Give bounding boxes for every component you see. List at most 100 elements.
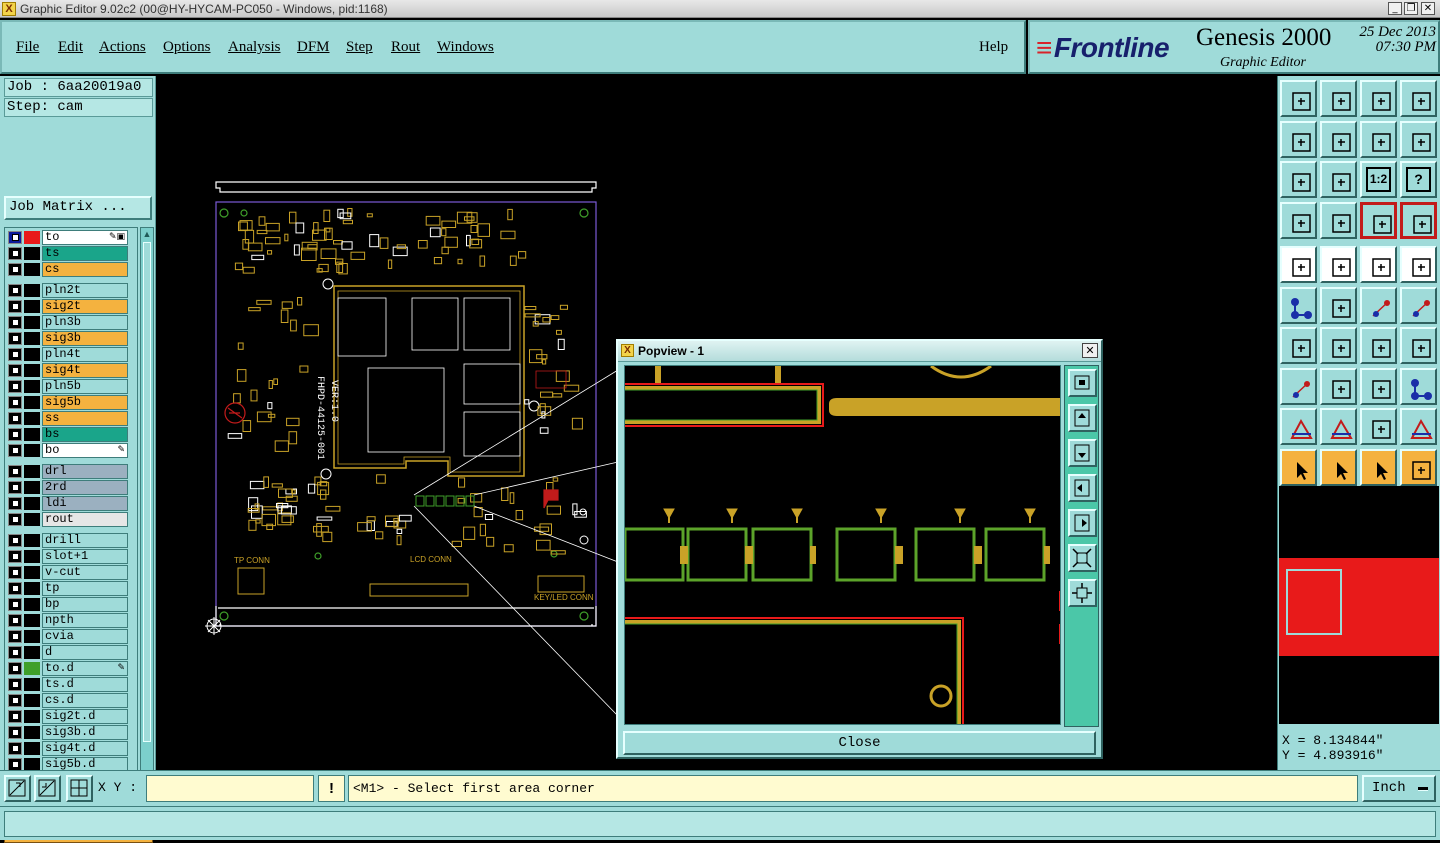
layer-row[interactable]: 2rd: [6, 480, 128, 495]
popview-canvas[interactable]: [624, 365, 1061, 725]
popview-pan-left-button[interactable]: [1068, 474, 1097, 502]
layer-row[interactable]: to ✎▣: [6, 230, 128, 245]
layer-row[interactable]: pln3b: [6, 315, 128, 330]
move-point-tool-button[interactable]: [1360, 286, 1397, 324]
layer-affected-swatch[interactable]: [24, 380, 40, 393]
layer-row[interactable]: drill: [6, 533, 128, 548]
layer-checkbox[interactable]: [8, 630, 22, 643]
line-tool-button[interactable]: [1320, 327, 1357, 364]
layer-row[interactable]: sig5b: [6, 395, 128, 410]
layer-row[interactable]: cs: [6, 262, 128, 277]
layer-checkbox[interactable]: [8, 598, 22, 611]
layer-row[interactable]: sig3b: [6, 331, 128, 346]
layer-checkbox[interactable]: [8, 231, 22, 244]
layer-checkbox[interactable]: [8, 678, 22, 691]
layer-affected-swatch[interactable]: [24, 396, 40, 409]
layer-affected-swatch[interactable]: [24, 513, 40, 526]
layer-name[interactable]: cs.d: [42, 693, 128, 708]
layer-checkbox[interactable]: [8, 662, 22, 675]
layer-name[interactable]: sig3b: [42, 331, 128, 346]
layer-checkbox[interactable]: [8, 332, 22, 345]
popview-pan-down-button[interactable]: [1068, 439, 1097, 467]
layer-row[interactable]: ldi: [6, 496, 128, 511]
layer-checkbox[interactable]: [8, 726, 22, 739]
layer-stack-tool-button[interactable]: [1360, 201, 1397, 239]
layer-checkbox[interactable]: [8, 513, 22, 526]
layer-row[interactable]: tp: [6, 581, 128, 596]
layer-row[interactable]: drl: [6, 464, 128, 479]
dash-tool-button[interactable]: [1320, 367, 1357, 405]
popview-zoom-in-button[interactable]: [1068, 544, 1097, 572]
menu-step[interactable]: Step: [346, 39, 373, 56]
move-point-alt-tool-button[interactable]: [1400, 286, 1437, 324]
route-tool-button[interactable]: [1400, 448, 1437, 486]
layer-row[interactable]: npth: [6, 613, 128, 628]
layer-affected-swatch[interactable]: [24, 678, 40, 691]
layer-checkbox[interactable]: [8, 380, 22, 393]
circles-tool-button[interactable]: [1400, 367, 1437, 405]
layer-checkbox[interactable]: [8, 646, 22, 659]
angle-tool-button[interactable]: [1280, 327, 1317, 364]
layer-name[interactable]: drill: [42, 533, 128, 548]
layer-affected-swatch[interactable]: [24, 614, 40, 627]
layer-name[interactable]: npth: [42, 613, 128, 628]
measure-button[interactable]: [34, 775, 61, 802]
maximize-button[interactable]: ❐: [1404, 2, 1418, 15]
dimension-tool-button[interactable]: [1360, 367, 1397, 405]
layer-row[interactable]: sig2t: [6, 299, 128, 314]
menu-options[interactable]: Options: [163, 39, 211, 56]
layer-row[interactable]: sig3b.d: [6, 725, 128, 740]
layer-name[interactable]: drl: [42, 464, 128, 479]
layer-checkbox[interactable]: [8, 465, 22, 478]
layer-affected-swatch[interactable]: [24, 300, 40, 313]
layer-checkbox[interactable]: [8, 710, 22, 723]
layer-checkbox[interactable]: [8, 444, 22, 457]
layer-affected-swatch[interactable]: [24, 263, 40, 276]
pointer-tool-button[interactable]: [1280, 448, 1317, 486]
layer-checkbox[interactable]: [8, 412, 22, 425]
popview-pan-right-button[interactable]: [1068, 509, 1097, 537]
layer-checkbox[interactable]: [8, 550, 22, 563]
close-window-button[interactable]: ✕: [1421, 2, 1435, 15]
layer-affected-swatch[interactable]: [24, 247, 40, 260]
pointer-box-tool-button[interactable]: [1320, 448, 1357, 486]
layer-checkbox[interactable]: [8, 534, 22, 547]
minimize-button[interactable]: _: [1388, 2, 1402, 15]
layer-name[interactable]: tp: [42, 581, 128, 596]
scroll-up-icon[interactable]: ▲: [141, 228, 153, 240]
units-select[interactable]: Inch: [1362, 775, 1436, 802]
layer-name[interactable]: sig2t: [42, 299, 128, 314]
layer-checkbox[interactable]: [8, 694, 22, 707]
layer-row[interactable]: bp: [6, 597, 128, 612]
layer-row[interactable]: sig2t.d: [6, 709, 128, 724]
layer-name[interactable]: d: [42, 645, 128, 660]
layer-row[interactable]: bs: [6, 427, 128, 442]
home-tool-button[interactable]: [1360, 80, 1397, 117]
pad-tool-button[interactable]: [1400, 246, 1437, 283]
layer-checkbox[interactable]: [8, 582, 22, 595]
layer-name[interactable]: ts: [42, 246, 128, 261]
ruler-tool-button[interactable]: [1360, 246, 1397, 283]
layer-name[interactable]: bp: [42, 597, 128, 612]
popview-zoom-out-button[interactable]: [1068, 579, 1097, 607]
layer-checkbox[interactable]: [8, 247, 22, 260]
layer-affected-swatch[interactable]: [24, 582, 40, 595]
layer-checkbox[interactable]: [8, 614, 22, 627]
pan-right-tool-button[interactable]: [1320, 120, 1357, 158]
layer-name[interactable]: cvia: [42, 629, 128, 644]
layer-row[interactable]: cs.d: [6, 693, 128, 708]
popview-pan-up-button[interactable]: [1068, 404, 1097, 432]
ratio-tool-button[interactable]: 1:2: [1360, 161, 1397, 198]
layer-row[interactable]: v-cut: [6, 565, 128, 580]
fit-screen-tool-button[interactable]: [1280, 161, 1317, 198]
overview-map[interactable]: [1279, 486, 1439, 724]
layer-name[interactable]: sig3b.d: [42, 725, 128, 740]
menu-rout[interactable]: Rout: [391, 39, 420, 56]
grid-tool-button[interactable]: [1320, 201, 1357, 239]
layer-affected-swatch[interactable]: [24, 726, 40, 739]
flip-tool-button[interactable]: [1360, 120, 1397, 158]
pointer-box-alt-tool-button[interactable]: [1360, 448, 1397, 486]
layer-name[interactable]: to.d ✎: [42, 661, 128, 676]
layer-affected-swatch[interactable]: [24, 694, 40, 707]
window-split-tool-button[interactable]: [1400, 80, 1437, 117]
